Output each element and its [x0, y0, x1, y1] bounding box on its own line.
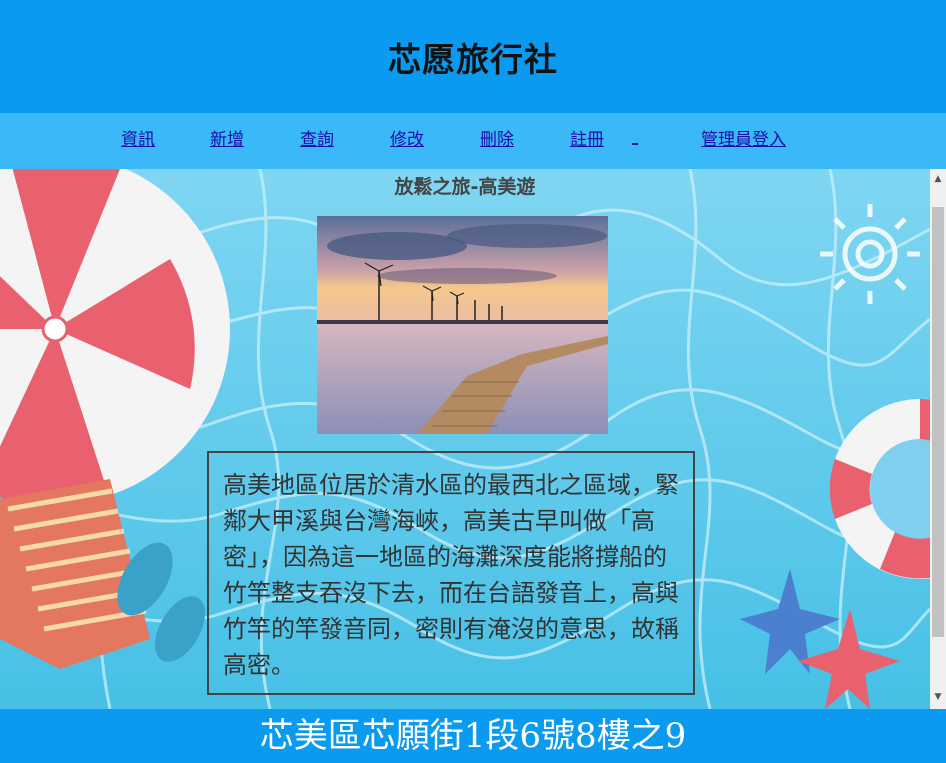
vertical-scrollbar[interactable]: ▲ ▼ — [930, 169, 946, 709]
nav-link-delete[interactable]: 刪除 — [480, 125, 514, 150]
page-subtitle: 放鬆之旅-高美遊 — [394, 176, 536, 198]
empty-link-underline[interactable] — [632, 143, 638, 145]
scrollbar-thumb[interactable] — [932, 207, 944, 637]
nav-link-info[interactable]: 資訊 — [121, 125, 155, 150]
main-content: 放鬆之旅-高美遊 高美地區位居於清水區的最西北之區域，緊鄰大甲溪與台灣海峽，高美… — [0, 169, 930, 709]
description-box: 高美地區位居於清水區的最西北之區域，緊鄰大甲溪與台灣海峽，高美古早叫做「高密」，… — [207, 451, 695, 695]
nav-link-admin-login[interactable]: 管理員登入 — [701, 125, 786, 150]
scroll-down-icon[interactable]: ▼ — [930, 689, 946, 705]
gaomei-wetland-photo — [317, 216, 608, 434]
footer-address: 芯美區芯願街1段6號8樓之9 — [259, 716, 687, 756]
nav-link-register[interactable]: 註冊 — [570, 125, 604, 150]
nav-link-add[interactable]: 新增 — [210, 125, 244, 150]
nav-link-edit[interactable]: 修改 — [390, 125, 424, 150]
nav-bar: 資訊 新增 查詢 修改 刪除 註冊 管理員登入 — [0, 113, 946, 169]
scroll-up-icon[interactable]: ▲ — [930, 171, 946, 187]
site-footer: 芯美區芯願街1段6號8樓之9 — [0, 709, 946, 763]
site-title: 芯愿旅行社 — [388, 39, 558, 79]
description-text: 高美地區位居於清水區的最西北之區域，緊鄰大甲溪與台灣海峽，高美古早叫做「高密」，… — [223, 471, 679, 679]
site-header: 芯愿旅行社 — [0, 0, 946, 113]
nav-link-search[interactable]: 查詢 — [300, 125, 334, 150]
